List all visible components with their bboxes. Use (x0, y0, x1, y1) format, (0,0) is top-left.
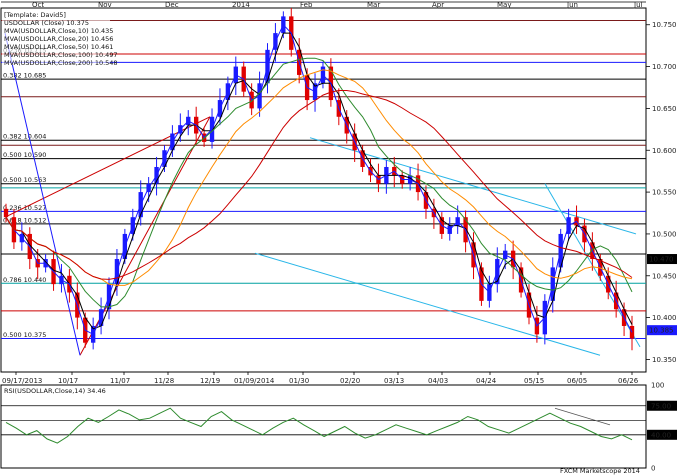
price-chart: Oct Nov Dec 2014 Feb Mar Apr May Jun Jul 10.750 10.… (0, 0, 680, 476)
level-label: 0.382 10.685 (3, 72, 46, 80)
month-label: Dec (165, 1, 179, 9)
month-label: 2014 (232, 1, 250, 9)
level-label: 0.500 10.590 (3, 151, 46, 159)
x-tick-label: 04/03 (428, 377, 448, 385)
month-label: Oct (32, 1, 44, 9)
x-tick-label: 06/05 (567, 377, 587, 385)
x-tick-label: 01/30 (289, 377, 309, 385)
legend-entry: MVA(USDOLLAR,Close,200) 10.548 (4, 59, 118, 67)
price-tag-label: 10.470 (649, 256, 674, 264)
y-tick-label: 10.600 (652, 147, 677, 155)
x-tick-label: 09/17/2013 (2, 377, 42, 385)
month-label: Nov (98, 1, 112, 9)
legend-entry: MVA(USDOLLAR,Close,20) 10.456 (4, 35, 113, 43)
rsi-tick-label: 0 (651, 465, 655, 473)
y-tick-label: 10.550 (652, 189, 677, 197)
level-label: 0.382 10.604 (3, 133, 46, 141)
x-tick-label: 03/13 (384, 377, 404, 385)
x-tick-label: 06/26 (618, 377, 639, 385)
y-tick-label: 10.700 (652, 63, 677, 71)
legend-entry: MVA(USDOLLAR,Close,10) 10.435 (4, 27, 113, 35)
rsi-label: RSI(USDOLLAR,Close,14) 34.46 (4, 387, 106, 395)
month-label: Jul (633, 1, 643, 9)
x-tick-label: 11/28 (154, 377, 174, 385)
month-label: Jun (566, 1, 578, 9)
price-tag-label: 10.385 (649, 327, 674, 335)
y-tick-label: 10.650 (652, 105, 677, 113)
rsi-frame (0, 384, 647, 469)
candle-body (3, 208, 9, 218)
legend-entry: USDOLLAR (Close) 10.375 (4, 19, 89, 27)
month-label: Apr (432, 1, 444, 9)
x-tick-label: 02/20 (340, 377, 360, 385)
legend-entry: MVA(USDOLLAR,Close,50) 10.461 (4, 43, 113, 51)
y-tick-label: 10.400 (652, 314, 677, 322)
month-label: May (497, 1, 511, 9)
x-tick-label: 10/17 (58, 377, 78, 385)
rsi-tick-label: 75.00 (651, 402, 671, 410)
x-tick-label: 11/07 (110, 377, 130, 385)
y-tick-label: 10.500 (652, 230, 677, 238)
rsi-tick-label: 100 (651, 382, 664, 390)
level-label: 0.786 10.440 (3, 276, 46, 284)
x-tick-label: 12/19 (200, 377, 220, 385)
template-label: [Template: David5] (4, 11, 66, 19)
x-tick-label: 04/24 (476, 377, 497, 385)
y-tick-label: 10.350 (652, 356, 677, 364)
month-label: Feb (300, 1, 313, 9)
legend-entry: MVA(USDOLLAR,Close,100) 10.497 (4, 51, 118, 59)
y-tick-label: 10.450 (652, 272, 677, 280)
level-label: 0.500 10.375 (3, 331, 46, 339)
footer-label: FXCM Marketscope 2014 (560, 467, 640, 475)
month-label: Mar (367, 1, 380, 9)
rsi-tick-label: 40.00 (651, 431, 671, 439)
chart-window: Oct Nov Dec 2014 Feb Mar Apr May Jun Jul 10.750 10.… (0, 0, 680, 476)
x-tick-label: 01/09/2014 (234, 377, 275, 385)
x-tick-label: 05/15 (524, 377, 544, 385)
y-tick-label: 10.750 (652, 21, 677, 29)
